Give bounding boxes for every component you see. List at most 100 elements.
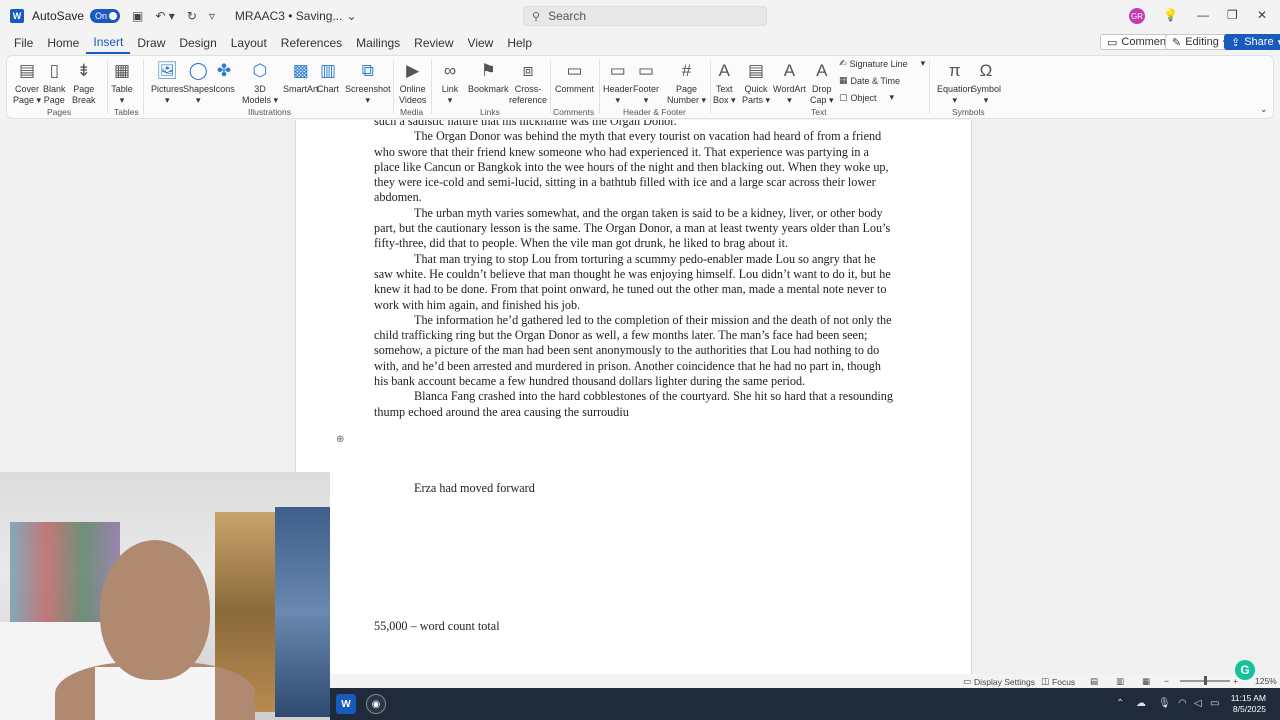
icons-button[interactable]: ✤ Icons [213, 58, 235, 95]
table-button[interactable]: ▦ Table ▾ [111, 58, 133, 106]
ribbon-label: Pictures [151, 84, 184, 94]
cross-reference-button[interactable]: ⧈ Cross-reference [509, 58, 547, 106]
blank-page-button[interactable]: ▯ Blank Page [43, 58, 66, 106]
ribbon-label: Drop [812, 84, 832, 94]
page-number-button[interactable]: # Page Number ▾ [667, 58, 706, 106]
onedrive-icon[interactable]: ☁ [1136, 698, 1146, 709]
object-button[interactable]: ▢ Object ▾ [839, 92, 894, 103]
zoom-slider-handle[interactable] [1204, 676, 1207, 685]
smartart-button[interactable]: ▩ SmartArt [283, 58, 319, 95]
web-layout-icon[interactable]: ▦ [1142, 676, 1150, 687]
search-placeholder: Search [548, 9, 587, 23]
symbol-button[interactable]: Ω Symbol ▾ [971, 58, 1001, 106]
pencil-icon: ✎ [1172, 36, 1182, 49]
3d-models-icon: ⬡ [252, 60, 268, 80]
print-layout-icon[interactable]: ▥ [1116, 676, 1124, 687]
avatar[interactable]: GR [1129, 8, 1145, 24]
header-button[interactable]: ▭ Header ▾ [603, 58, 633, 106]
online-videos-button[interactable]: ▶ Online Videos [399, 58, 426, 106]
wordart-button[interactable]: A WordArt ▾ [773, 58, 806, 106]
ribbon-label: Table [111, 84, 133, 94]
tab-file[interactable]: File [7, 32, 40, 54]
page-break-button[interactable]: ⇟ Page Break [72, 58, 96, 106]
document-title[interactable]: MRAAC3 • Saving... [235, 9, 343, 23]
chevron-down-icon[interactable]: ⌄ [346, 9, 356, 23]
tab-home[interactable]: Home [40, 32, 86, 54]
3d-models-button[interactable]: ⬡ 3D Models ▾ [242, 58, 278, 106]
ribbon-label: Link [441, 84, 459, 94]
footer-button[interactable]: ▭ Footer ▾ [633, 58, 659, 106]
equation-button[interactable]: π Equation ▾ [937, 58, 973, 106]
redo-icon[interactable]: ↻ [187, 9, 197, 23]
chart-button[interactable]: ▥ Chart [317, 58, 339, 95]
zoom-out-icon[interactable]: − [1164, 676, 1169, 686]
comment-icon: ▭ [566, 60, 583, 80]
comment-button[interactable]: ▭ Comment [555, 58, 594, 95]
cover-page-button[interactable]: ▤ Cover Page ▾ [13, 58, 41, 106]
ribbon-label: Shapes [183, 84, 214, 94]
taskbar-recorder-icon[interactable]: ◉ [366, 694, 386, 714]
ribbon-label: Cap ▾ [810, 95, 834, 105]
tab-review[interactable]: Review [407, 32, 460, 54]
zoom-level[interactable]: 125% [1255, 676, 1277, 686]
ribbon-separator [599, 60, 600, 114]
taskbar-clock[interactable]: 11:15 AM 8/5/2025 [1231, 693, 1266, 715]
autosave-toggle[interactable]: On [90, 9, 121, 23]
ribbon-label: ▾ [119, 95, 125, 105]
save-icon[interactable]: ▣ [132, 9, 143, 23]
restore-icon[interactable]: ❐ [1227, 8, 1238, 22]
screenshot-button[interactable]: ⧉ Screenshot ▾ [345, 58, 391, 106]
grammarly-icon[interactable]: G [1235, 660, 1255, 680]
shapes-button[interactable]: ◯ Shapes ▾ [183, 58, 214, 106]
tab-references[interactable]: References [274, 32, 349, 54]
tab-design[interactable]: Design [172, 32, 223, 54]
wifi-icon[interactable]: ◠ [1178, 698, 1187, 709]
tab-draw[interactable]: Draw [130, 32, 172, 54]
paragraph-handle-icon[interactable]: ⊕ [336, 434, 344, 445]
display-settings-button[interactable]: ▭ Display Settings [963, 676, 1035, 687]
document-page[interactable]: such a sadistic nature that his nickname… [295, 120, 972, 674]
collapse-ribbon-icon[interactable]: ⌄ [1260, 104, 1268, 115]
paragraph: The urban myth varies somewhat, and the … [374, 205, 891, 251]
page-break-icon: ⇟ [76, 60, 91, 80]
close-icon[interactable]: ✕ [1257, 8, 1267, 22]
search-input[interactable]: ⚲ Search [523, 6, 767, 26]
read-mode-icon[interactable]: ▤ [1090, 676, 1098, 687]
cover-page-icon: ▤ [18, 60, 36, 80]
undo-icon[interactable]: ↶ ▾ [155, 9, 174, 23]
bookmark-button[interactable]: ⚑ Bookmark [468, 58, 509, 95]
minimize-icon[interactable]: — [1197, 8, 1209, 22]
ribbon-separator [107, 60, 108, 114]
document-body[interactable]: such a sadistic nature that his nickname… [374, 120, 894, 420]
tab-mailings[interactable]: Mailings [349, 32, 407, 54]
paragraph: That man trying to stop Lou from torturi… [374, 251, 891, 312]
text-box-button[interactable]: A Text Box ▾ [713, 58, 736, 106]
customize-toolbar-icon[interactable]: ▿ [209, 9, 215, 23]
taskbar-word-icon[interactable]: W [336, 694, 356, 714]
lightbulb-icon[interactable]: 💡 [1163, 8, 1178, 22]
focus-button[interactable]: ◫ Focus [1041, 676, 1075, 687]
footer-icon: ▭ [637, 60, 655, 80]
zoom-in-icon[interactable]: + [1233, 676, 1238, 686]
group-text: Text [811, 107, 827, 117]
link-button[interactable]: ∞ Link ▾ [439, 58, 461, 106]
ribbon-label: Cross- [514, 84, 542, 94]
blank-page-icon: ▯ [49, 60, 59, 80]
quick-parts-button[interactable]: ▤ Quick Parts ▾ [742, 58, 770, 106]
microphone-icon[interactable]: 🎙 [1158, 698, 1171, 709]
ribbon-label: Chart [317, 84, 340, 94]
date-time-button[interactable]: ▦ Date & Time [839, 75, 900, 86]
drop-cap-button[interactable]: A Drop Cap ▾ [810, 58, 834, 106]
share-button[interactable]: ⇪Share▾ [1224, 34, 1280, 50]
online-videos-icon: ▶ [406, 60, 420, 80]
battery-icon[interactable]: ▭ [1210, 698, 1219, 709]
signature-line-button[interactable]: ✍ Signature Line ▾ [839, 58, 925, 69]
tab-layout[interactable]: Layout [224, 32, 274, 54]
table-icon: ▦ [113, 60, 131, 80]
tab-help[interactable]: Help [500, 32, 539, 54]
tab-view[interactable]: View [461, 32, 501, 54]
pictures-button[interactable]: 🖼 Pictures ▾ [151, 58, 184, 106]
tab-insert[interactable]: Insert [86, 32, 131, 54]
volume-icon[interactable]: ◁ [1194, 698, 1202, 709]
tray-chevron-up-icon[interactable]: ⌃ [1116, 698, 1124, 709]
